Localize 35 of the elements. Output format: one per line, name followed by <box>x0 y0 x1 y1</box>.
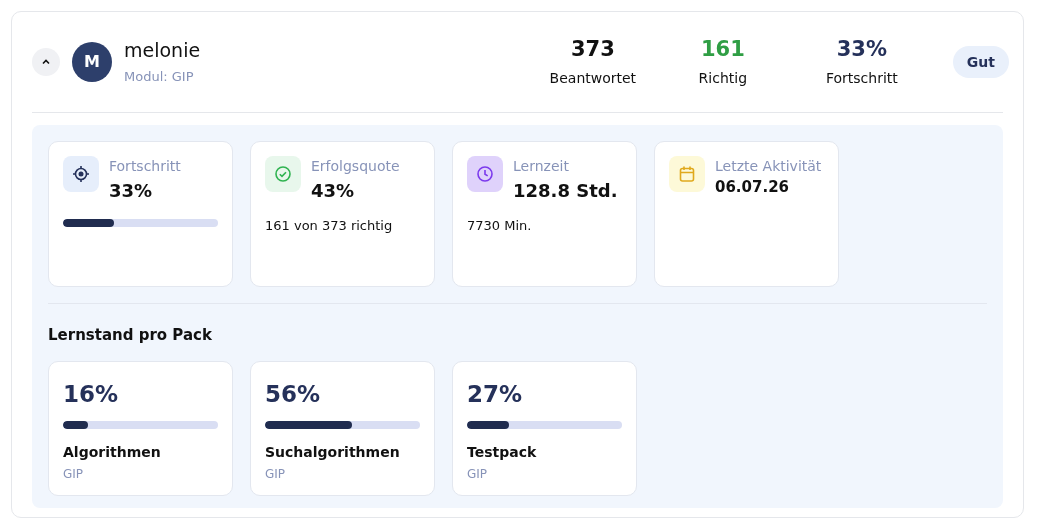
stat-title: Erfolgsquote <box>311 157 400 176</box>
stat-title: Lernzeit <box>513 157 570 176</box>
calendar-icon <box>669 156 705 192</box>
collapse-button[interactable] <box>32 48 60 76</box>
stat-note: 7730 Min. <box>467 217 533 235</box>
pack-module: GIP <box>467 465 489 483</box>
stat-value: 06.07.26 <box>715 177 791 197</box>
pack-name: Testpack <box>467 442 538 462</box>
clock-icon <box>467 156 503 192</box>
caret-icon <box>41 57 51 67</box>
target-icon <box>63 156 99 192</box>
stat-note: 161 von 373 richtig <box>265 217 394 235</box>
pack-module: GIP <box>63 465 85 483</box>
summary-label: Fortschritt <box>825 68 898 88</box>
summary-label: Richtig <box>698 68 748 88</box>
pack-percent: 16% <box>63 379 120 408</box>
avatar: M <box>72 42 112 82</box>
stat-value: 128.8 Std. <box>513 179 618 203</box>
summary-value: 161 <box>700 35 745 62</box>
module-label: Modul: GIP <box>124 67 195 86</box>
summary-value: 373 <box>570 35 615 62</box>
summary-value: 33% <box>836 35 887 62</box>
stat-title: Letzte Aktivität <box>715 157 822 176</box>
section-heading: Lernstand pro Pack <box>48 325 213 346</box>
summary-label: Beantwortet <box>549 68 637 88</box>
stat-value: 33% <box>109 179 154 203</box>
stat-title: Fortschritt <box>109 157 181 176</box>
pack-name: Suchalgorithmen <box>265 442 401 462</box>
pack-name: Algorithmen <box>63 442 162 462</box>
pack-module: GIP <box>265 465 287 483</box>
stat-value: 43% <box>311 179 356 203</box>
status-badge: Gut <box>952 46 1009 78</box>
pack-percent: 27% <box>467 379 524 408</box>
user-name: melonie <box>124 37 201 62</box>
pack-percent: 56% <box>265 379 322 408</box>
